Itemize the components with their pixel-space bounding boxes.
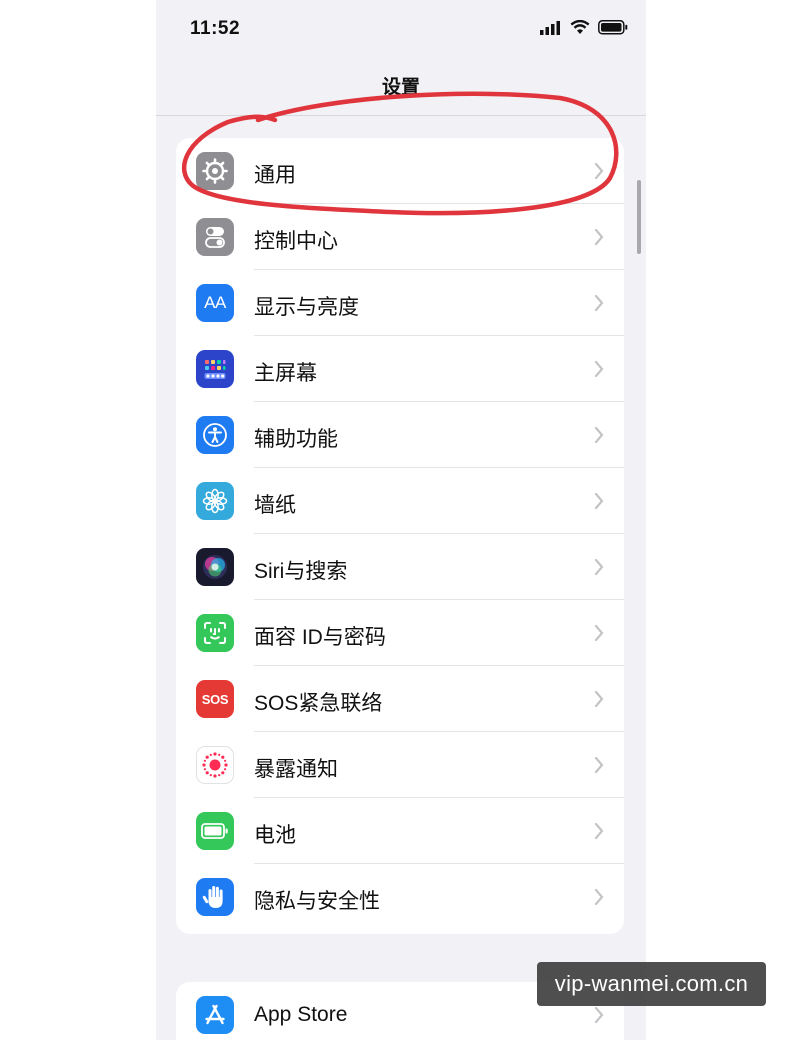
settings-row-control-center[interactable]: 控制中心: [176, 204, 624, 270]
settings-row-label: 电池: [254, 824, 296, 847]
text-size-aa-icon: AA: [196, 284, 234, 322]
settings-row-siri-search[interactable]: Siri与搜索: [176, 534, 624, 600]
chevron-right-icon: [594, 690, 604, 708]
nav-divider: [156, 115, 646, 116]
settings-row-display-brightness[interactable]: AA 显示与亮度: [176, 270, 624, 336]
settings-row-label: 辅助功能: [254, 428, 338, 451]
chevron-right-icon: [594, 558, 604, 576]
settings-row-home-screen[interactable]: 主屏幕: [176, 336, 624, 402]
settings-row-accessibility[interactable]: 辅助功能: [176, 402, 624, 468]
wifi-icon: [570, 20, 590, 34]
chevron-right-icon: [594, 492, 604, 510]
chevron-right-icon: [594, 162, 604, 180]
face-id-icon: [196, 614, 234, 652]
settings-row-label: 暴露通知: [254, 758, 338, 781]
icon-text: AA: [204, 293, 226, 312]
settings-row-label: App Store: [254, 1003, 348, 1026]
settings-row-label: 显示与亮度: [254, 296, 359, 319]
settings-row-battery[interactable]: 电池: [176, 798, 624, 864]
hand-icon: [196, 878, 234, 916]
page-title: 设置: [381, 77, 420, 98]
status-time: 11:52: [190, 18, 241, 39]
settings-group-main: 通用 控制中心 AA 显示与亮度 主屏幕 辅助功能 墙纸 Siri与搜索 面容 …: [176, 138, 624, 934]
toggle-switches-icon: [196, 218, 234, 256]
chevron-right-icon: [594, 822, 604, 840]
settings-row-wallpaper[interactable]: 墙纸: [176, 468, 624, 534]
battery-status-icon: [598, 20, 628, 35]
settings-row-exposure-notifications[interactable]: 暴露通知: [176, 732, 624, 798]
app-store-icon: [196, 996, 234, 1034]
chevron-right-icon: [594, 426, 604, 444]
settings-row-label: 隐私与安全性: [254, 890, 380, 913]
chevron-right-icon: [594, 888, 604, 906]
chevron-right-icon: [594, 294, 604, 312]
settings-row-label: SOS紧急联络: [254, 692, 383, 715]
home-screen-grid-icon: [196, 350, 234, 388]
settings-row-label: 控制中心: [254, 230, 338, 253]
settings-row-label: 通用: [254, 164, 296, 187]
accessibility-person-icon: [196, 416, 234, 454]
settings-row-emergency-sos[interactable]: SOS SOS紧急联络: [176, 666, 624, 732]
settings-row-label: 面容 ID与密码: [254, 626, 386, 649]
siri-orb-icon: [196, 548, 234, 586]
watermark: vip-wanmei.com.cn: [537, 962, 766, 1006]
icon-text: SOS: [201, 691, 229, 707]
settings-row-label: 主屏幕: [254, 362, 317, 385]
exposure-dots-icon: [196, 746, 234, 784]
status-bar: 11:52: [156, 0, 646, 60]
scroll-indicator[interactable]: [637, 180, 641, 254]
settings-row-label: 墙纸: [254, 494, 296, 517]
chevron-right-icon: [594, 1006, 604, 1024]
battery-icon: [196, 812, 234, 850]
phone-screen: 11:52 设置 通用 控制中心 AA 显示与亮度 主屏幕 辅助功能 墙纸 Si…: [156, 0, 646, 1040]
flower-icon: [196, 482, 234, 520]
settings-row-label: Siri与搜索: [254, 560, 348, 583]
sos-icon: SOS: [196, 680, 234, 718]
settings-row-face-id-passcode[interactable]: 面容 ID与密码: [176, 600, 624, 666]
settings-row-privacy-security[interactable]: 隐私与安全性: [176, 864, 624, 930]
gear-icon: [196, 152, 234, 190]
settings-row-general[interactable]: 通用: [176, 138, 624, 204]
chevron-right-icon: [594, 360, 604, 378]
cellular-signal-icon: [540, 20, 560, 35]
chevron-right-icon: [594, 228, 604, 246]
status-icons: [540, 20, 628, 35]
chevron-right-icon: [594, 756, 604, 774]
chevron-right-icon: [594, 624, 604, 642]
